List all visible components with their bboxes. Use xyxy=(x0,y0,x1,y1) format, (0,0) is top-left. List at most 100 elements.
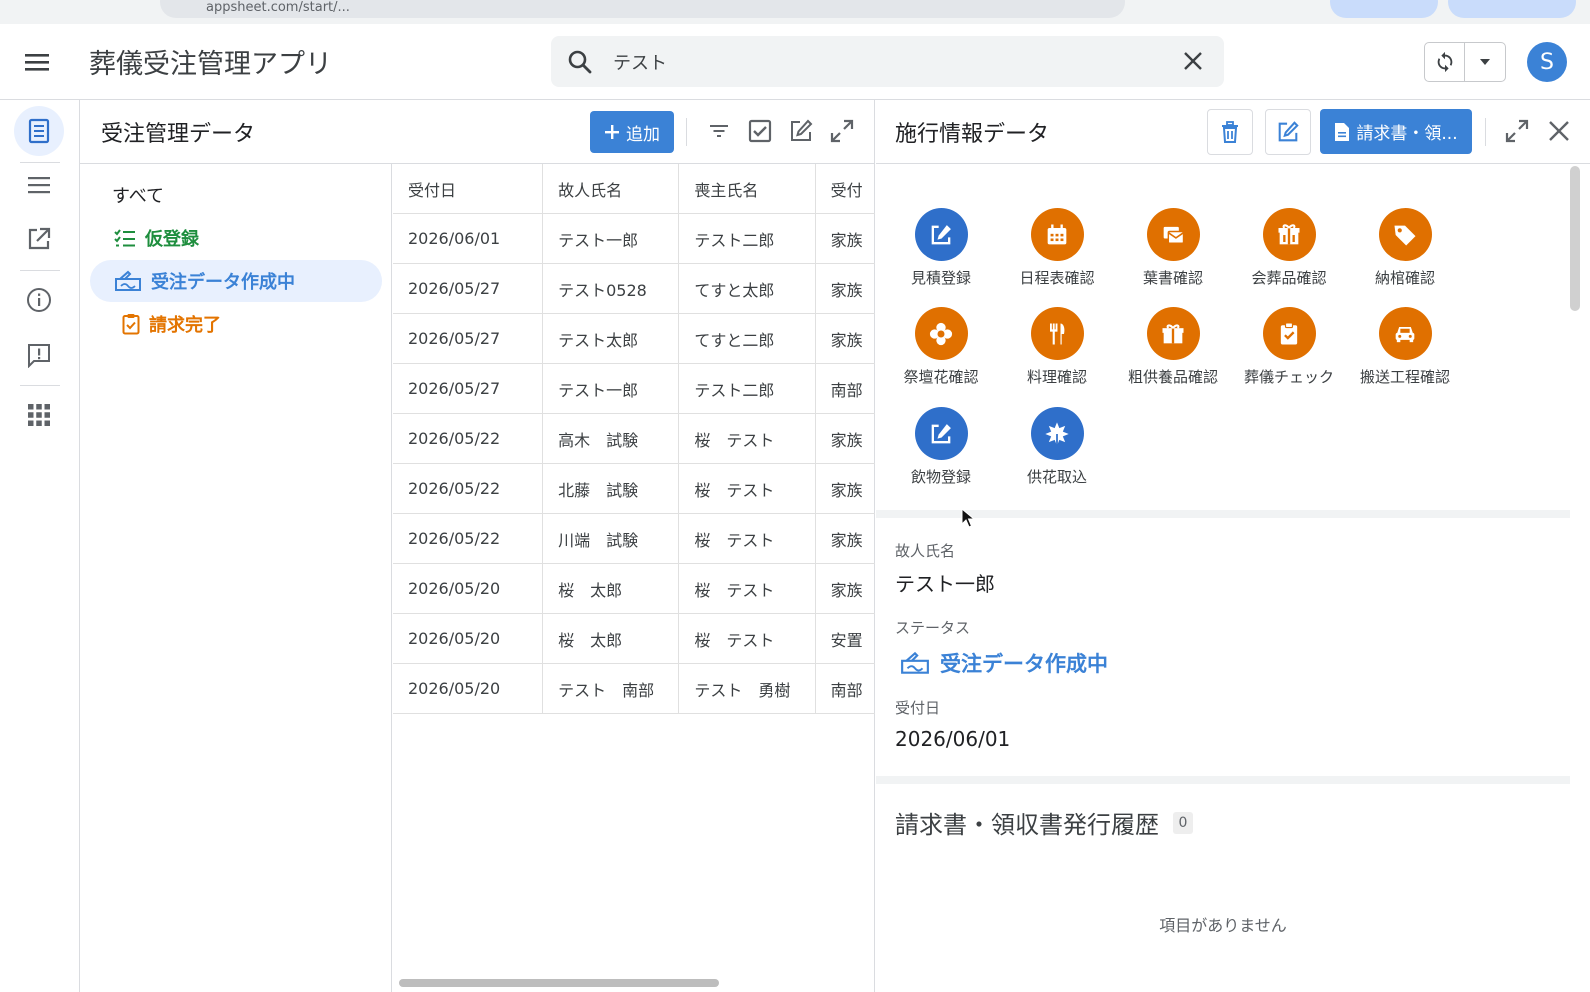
section-divider xyxy=(876,776,1570,784)
horizontal-scrollbar[interactable] xyxy=(399,979,719,987)
table-row[interactable]: 2026/05/27 テスト一郎 テスト二郎 南部 xyxy=(393,364,875,414)
table-row[interactable]: 2026/05/20 桜 太郎桜 テスト 家族 xyxy=(393,564,875,614)
table-cell-date: 2026/05/27 xyxy=(393,314,544,363)
open-external-icon xyxy=(28,227,51,250)
filter-billed[interactable]: 請求完了 xyxy=(90,303,382,345)
table-cell-date: 2026/05/22 xyxy=(393,464,544,513)
status-value: 受注データ作成中 xyxy=(900,648,1108,678)
app-header: 葬儀受注管理アプリ S xyxy=(0,24,1590,100)
table-row[interactable]: 2026/05/22 高木 試験桜 テスト 家族 xyxy=(393,414,875,464)
table-cell-extra: 家族 xyxy=(830,530,863,550)
sync-dropdown-button[interactable] xyxy=(1465,43,1505,81)
action-button[interactable]: 納棺確認 xyxy=(1346,208,1464,288)
action-button[interactable]: 会葬品確認 xyxy=(1230,208,1348,288)
table-row[interactable]: 2026/05/27 テスト太郎 てすと二郎 家族 xyxy=(393,314,875,364)
table-row[interactable]: 2026/05/22 北藤 試験桜 テスト 家族 xyxy=(393,464,875,514)
update-chip[interactable] xyxy=(1448,0,1576,18)
filter-all[interactable]: すべて xyxy=(90,174,382,216)
action-button[interactable]: 粗供養品確認 xyxy=(1114,307,1232,387)
rail-list[interactable] xyxy=(14,160,64,210)
received-date-label: 受付日 xyxy=(895,699,941,717)
action-label: 料理確認 xyxy=(1026,368,1087,386)
table-cell-deceased: 川端 試験 xyxy=(543,514,680,563)
table-row[interactable]: 2026/05/20 テスト 南部 テスト 勇樹 南部 xyxy=(393,664,875,714)
user-avatar[interactable]: S xyxy=(1527,42,1567,82)
action-label: 搬送工程確認 xyxy=(1359,368,1450,386)
status-filter-list: すべて 仮登録 受注データ作成中 請求完了 xyxy=(80,164,392,992)
table-cell-chief: 桜 テスト xyxy=(679,614,816,663)
orders-panel-header: 受注管理データ 追加 xyxy=(80,100,875,164)
edit-record-button[interactable] xyxy=(1265,109,1311,155)
toolbar-divider xyxy=(686,118,687,146)
action-button[interactable]: 見積登録 xyxy=(882,208,1000,288)
action-button[interactable]: 飲物登録 xyxy=(882,407,1000,487)
rail-apps[interactable] xyxy=(14,390,64,440)
rail-feedback[interactable] xyxy=(14,330,64,380)
search-input[interactable] xyxy=(613,44,1153,79)
table-row[interactable]: 2026/06/01 テスト一郎 テスト二郎 家族 xyxy=(393,214,875,264)
document-icon xyxy=(1335,122,1350,141)
delete-button[interactable] xyxy=(1207,109,1253,155)
filter-in-progress[interactable]: 受注データ作成中 xyxy=(90,260,382,302)
rail-info[interactable] xyxy=(14,275,64,325)
navigation-rail xyxy=(0,100,80,992)
edit-icon xyxy=(1278,121,1299,142)
table-cell-date: 2026/05/20 xyxy=(393,564,544,613)
edit-icon[interactable] xyxy=(788,118,814,144)
select-checkbox-icon[interactable] xyxy=(747,118,773,144)
action-button[interactable]: 供花取込 xyxy=(998,407,1116,487)
action-button[interactable]: 料理確認 xyxy=(998,307,1116,387)
rail-open-external[interactable] xyxy=(14,214,64,264)
column-header[interactable]: 故人氏名 xyxy=(543,164,680,213)
rail-orders[interactable] xyxy=(14,106,64,156)
car-icon xyxy=(1378,307,1432,360)
history-section-title: 請求書・領収書発行履歴 0 xyxy=(895,805,1193,840)
profile-chip[interactable] xyxy=(1330,0,1438,18)
table-cell-extra: 家族 xyxy=(830,480,863,500)
column-header[interactable]: 喪主氏名 xyxy=(679,164,816,213)
clear-search-icon[interactable] xyxy=(1181,49,1205,73)
action-button[interactable]: 搬送工程確認 xyxy=(1346,307,1464,387)
action-label: 祭壇花確認 xyxy=(903,368,979,386)
table-cell-date: 2026/05/20 xyxy=(393,614,544,663)
table-row[interactable]: 2026/05/27 テスト0528 てすと太郎 家族 xyxy=(393,264,875,314)
filter-temporary[interactable]: 仮登録 xyxy=(90,217,382,259)
leaf-icon xyxy=(1030,407,1084,460)
menu-icon[interactable] xyxy=(22,48,52,76)
app-title: 葬儀受注管理アプリ xyxy=(89,49,332,80)
table-row[interactable]: 2026/05/22 川端 試験桜 テスト 家族 xyxy=(393,514,875,564)
sync-button[interactable] xyxy=(1425,43,1465,81)
action-label: 会葬品確認 xyxy=(1251,269,1327,287)
table-cell-extra: 南部 xyxy=(830,680,863,700)
trash-icon xyxy=(1222,121,1238,143)
column-header[interactable]: 受付日 xyxy=(393,164,544,213)
action-button[interactable]: 葉書確認 xyxy=(1114,208,1232,288)
action-button[interactable]: 葬儀チェック xyxy=(1230,307,1348,387)
calendar-icon xyxy=(1030,208,1084,261)
filter-temporary-label: 仮登録 xyxy=(145,229,199,250)
expand-icon[interactable] xyxy=(829,118,855,144)
filter-icon[interactable] xyxy=(706,118,732,144)
expand-icon[interactable] xyxy=(1504,118,1530,144)
table-cell-date: 2026/05/27 xyxy=(393,264,544,313)
column-header[interactable]: 受付 xyxy=(816,164,875,213)
orders-panel: 受注管理データ 追加 すべて 仮登録 受注データ作成中 請求完了 受付日 故人氏… xyxy=(80,100,875,992)
received-date-value: 2026/06/01 xyxy=(895,727,1011,751)
close-icon[interactable] xyxy=(1546,118,1572,144)
list-document-icon xyxy=(28,118,50,144)
action-button[interactable]: 祭壇花確認 xyxy=(882,307,1000,387)
gift-icon xyxy=(1146,307,1200,360)
orders-table: 受付日 故人氏名 喪主氏名 受付 2026/06/01 テスト一郎 テスト二郎 家族 2… xyxy=(393,164,875,992)
table-row[interactable]: 2026/05/20 桜 太郎桜 テスト 安置 xyxy=(393,614,875,664)
browser-toolbar: appsheet.com/start/... xyxy=(0,0,1590,24)
table-cell-extra: 家族 xyxy=(830,280,863,300)
add-button[interactable]: 追加 xyxy=(590,111,674,153)
table-cell-date: 2026/05/27 xyxy=(393,364,544,413)
detail-panel: 施行情報データ 請求書・領... 見積登録 日程表確認 葉書確認 会葬品確認 納棺確認祭… xyxy=(876,100,1590,992)
invoice-receipt-button[interactable]: 請求書・領... xyxy=(1320,109,1472,154)
action-button[interactable]: 日程表確認 xyxy=(998,208,1116,288)
action-label: 見積登録 xyxy=(910,269,971,287)
address-bar[interactable]: appsheet.com/start/... xyxy=(160,0,1125,18)
plus-icon xyxy=(605,125,619,139)
vertical-scrollbar[interactable] xyxy=(1570,166,1580,311)
